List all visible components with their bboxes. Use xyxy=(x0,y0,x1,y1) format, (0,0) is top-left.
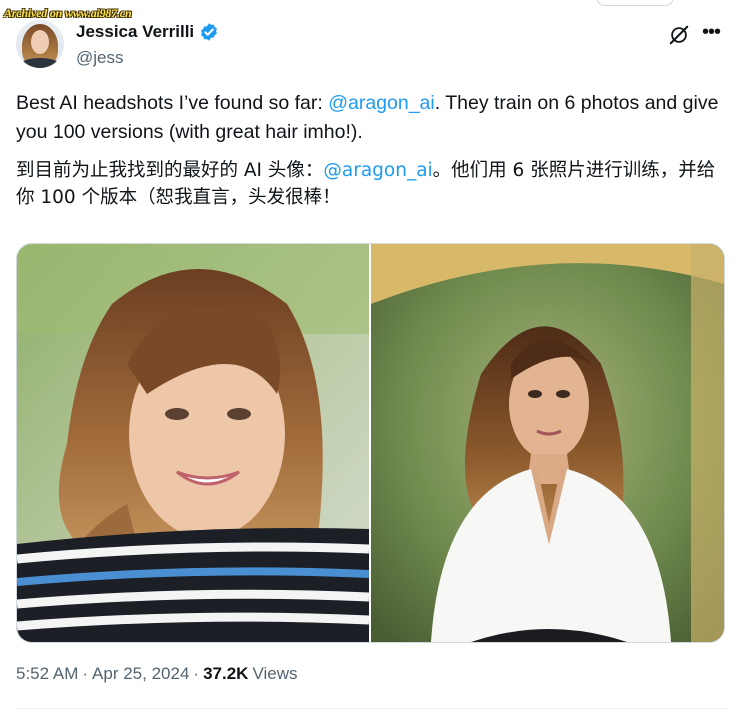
author-handle[interactable]: @jess xyxy=(76,48,124,68)
tweet-text-english: Best AI headshots I’ve found so far: @ar… xyxy=(16,92,719,143)
divider xyxy=(16,708,728,709)
tweet-text: Best AI headshots I’ve found so far: @ar… xyxy=(16,89,728,211)
mention-link[interactable]: @aragon_ai xyxy=(328,92,435,114)
author-display-name[interactable]: Jessica Verrilli xyxy=(76,22,194,42)
grok-icon[interactable] xyxy=(668,24,690,46)
author-name-row[interactable]: Jessica Verrilli xyxy=(76,22,219,42)
more-options-icon[interactable]: ••• xyxy=(700,22,722,44)
separator-dot: · xyxy=(193,664,200,683)
headshot-photo-striped-shirt[interactable] xyxy=(17,244,371,642)
verified-badge-icon[interactable] xyxy=(199,22,219,42)
mention-link[interactable]: @aragon_ai xyxy=(323,160,432,181)
separator-dot: · xyxy=(82,664,89,683)
top-button-edge[interactable] xyxy=(596,0,674,6)
tweet-time[interactable]: 5:52 AM xyxy=(16,664,78,684)
views-count[interactable]: 37.2K xyxy=(203,664,248,684)
headshot-photo-white-blouse[interactable] xyxy=(371,244,724,642)
tweet-text-chinese: 到目前为止我找到的最好的 AI 头像：@aragon_ai。他们用 6 张照片进… xyxy=(16,160,716,208)
media-grid xyxy=(16,243,725,643)
avatar[interactable] xyxy=(16,20,64,68)
views-label[interactable]: Views xyxy=(252,664,297,684)
watermark: Archived on www.ai987.cn xyxy=(4,6,132,20)
tweet-meta: 5:52 AM · Apr 25, 2024 · 37.2K Views xyxy=(16,664,298,684)
tweet-date[interactable]: Apr 25, 2024 xyxy=(92,664,189,684)
